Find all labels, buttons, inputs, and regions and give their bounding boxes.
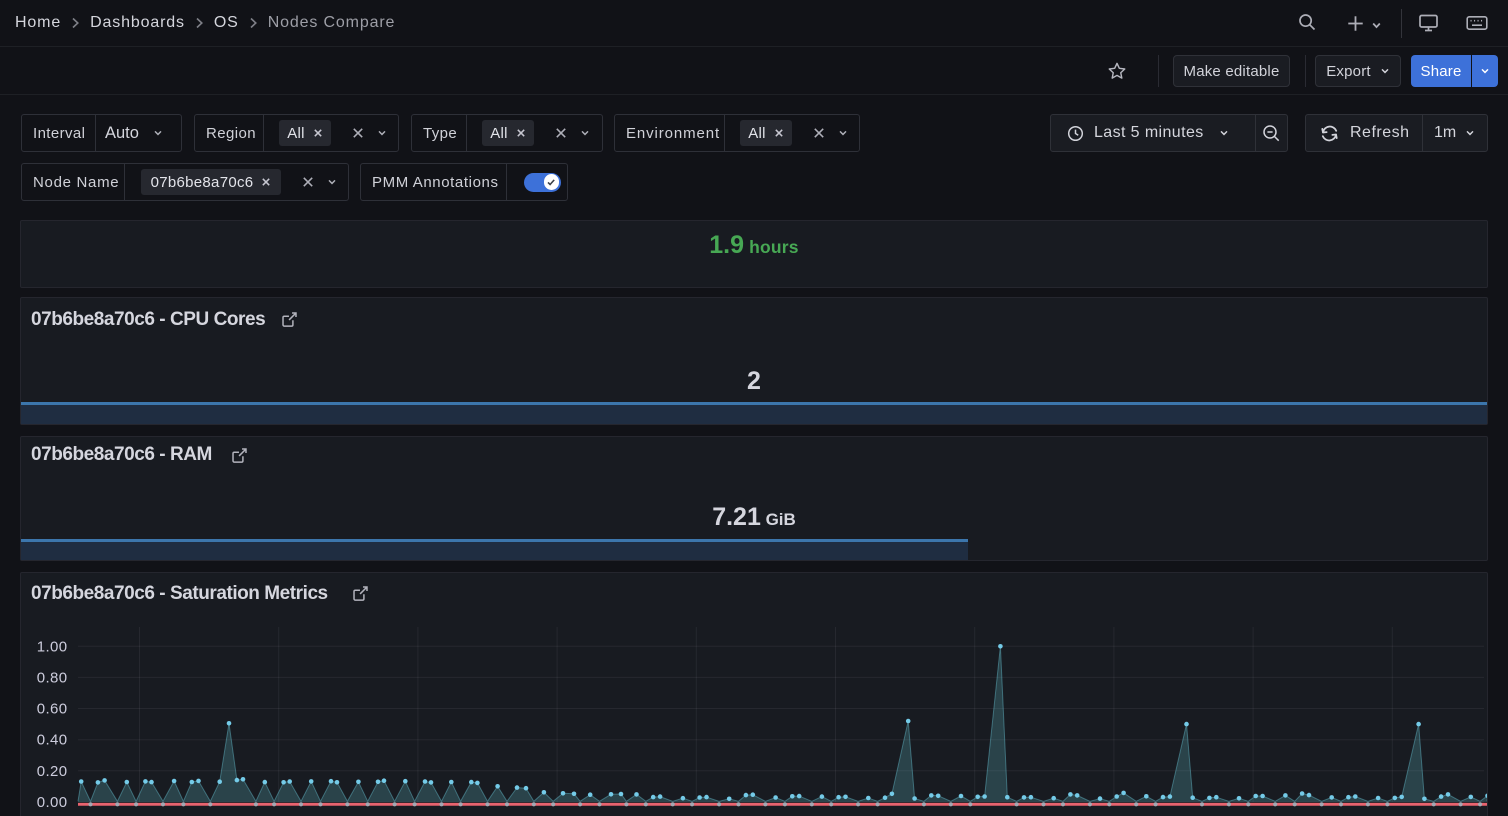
svg-text:1.00: 1.00: [37, 638, 68, 655]
svg-text:0.60: 0.60: [37, 701, 68, 718]
svg-text:0.80: 0.80: [37, 669, 68, 686]
svg-text:0.00: 0.00: [37, 794, 68, 811]
svg-text:0.40: 0.40: [37, 732, 68, 749]
svg-text:0.20: 0.20: [37, 763, 68, 780]
